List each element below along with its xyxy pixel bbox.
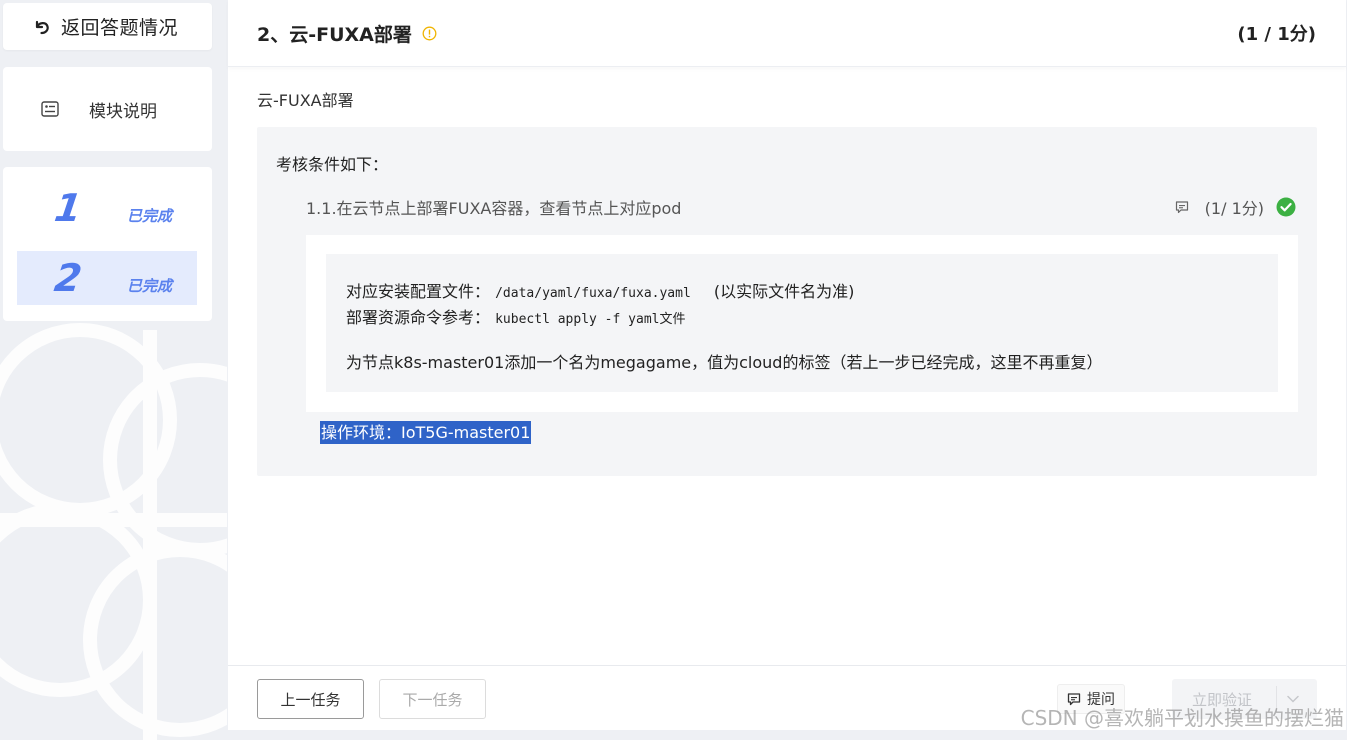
conditions-box: 考核条件如下： 1.1.在云节点上部署FUXA容器，查看节点上对应pod (1/… <box>257 127 1317 476</box>
main-panel: 2、云-FUXA部署 (1 / 1分) 云-FUXA部署 考核条件如下： 1.1… <box>228 0 1346 730</box>
conditions-title: 考核条件如下： <box>276 155 389 174</box>
task-score: (1 / 1分) <box>1237 24 1316 45</box>
task-title: 2、云-FUXA部署 <box>257 23 412 46</box>
back-to-answers-button[interactable]: 返回答题情况 <box>3 3 212 50</box>
next-task-button[interactable]: 下一任务 <box>379 679 486 719</box>
requirement-detail-content: 对应安装配置文件： /data/yaml/fuxa/fuxa.yaml (以实际… <box>326 254 1278 392</box>
task-status: 已完成 <box>127 206 173 225</box>
requirement-detail: 对应安装配置文件： /data/yaml/fuxa/fuxa.yaml (以实际… <box>306 235 1298 412</box>
requirement-row: 1.1.在云节点上部署FUXA容器，查看节点上对应pod (1/ 1分) <box>306 195 1296 219</box>
environment-text: 操作环境：IoT5G-master01 <box>320 421 532 444</box>
task-item-1[interactable]: 1 已完成 <box>17 181 197 235</box>
task-subtitle: 云-FUXA部署 <box>257 91 354 110</box>
config-file-path: /data/yaml/fuxa/fuxa.yaml <box>495 286 691 301</box>
requirement-score: (1/ 1分) <box>1204 199 1264 218</box>
undo-arrow-icon <box>35 20 49 34</box>
requirement-text: 1.1.在云节点上部署FUXA容器，查看节点上对应pod <box>306 199 682 218</box>
config-file-label: 对应安装配置文件： <box>346 282 491 301</box>
task-number: 2 <box>51 256 85 300</box>
sidebar: 返回答题情况 模块说明 1 已完成 2 已完成 <box>0 0 227 740</box>
module-description-label: 模块说明 <box>89 101 157 122</box>
back-button-label: 返回答题情况 <box>61 17 179 39</box>
deploy-command-code: kubectl apply -f yaml文件 <box>495 312 686 327</box>
task-header: 2、云-FUXA部署 (1 / 1分) <box>228 0 1346 67</box>
id-card-icon <box>41 101 59 117</box>
warning-icon[interactable] <box>422 26 437 41</box>
task-list: 1 已完成 2 已完成 <box>3 167 212 321</box>
task-status: 已完成 <box>127 276 173 295</box>
module-description-button[interactable]: 模块说明 <box>3 67 212 151</box>
deploy-command-line: 部署资源命令参考： kubectl apply -f yaml文件 <box>346 304 685 328</box>
comment-icon[interactable] <box>1175 200 1189 214</box>
task-item-2[interactable]: 2 已完成 <box>17 251 197 305</box>
task-number: 1 <box>51 186 85 230</box>
check-circle-icon <box>1276 197 1296 217</box>
deploy-command-label: 部署资源命令参考： <box>346 308 491 327</box>
label-instruction-line: 为节点k8s-master01添加一个名为megagame，值为cloud的标签… <box>346 353 1103 372</box>
config-file-note: (以实际文件名为准) <box>713 282 855 301</box>
previous-task-button[interactable]: 上一任务 <box>257 679 364 719</box>
watermark: CSDN @喜欢躺平划水摸鱼的摆烂猫 <box>1020 706 1344 730</box>
config-file-line: 对应安装配置文件： /data/yaml/fuxa/fuxa.yaml (以实际… <box>346 278 854 302</box>
